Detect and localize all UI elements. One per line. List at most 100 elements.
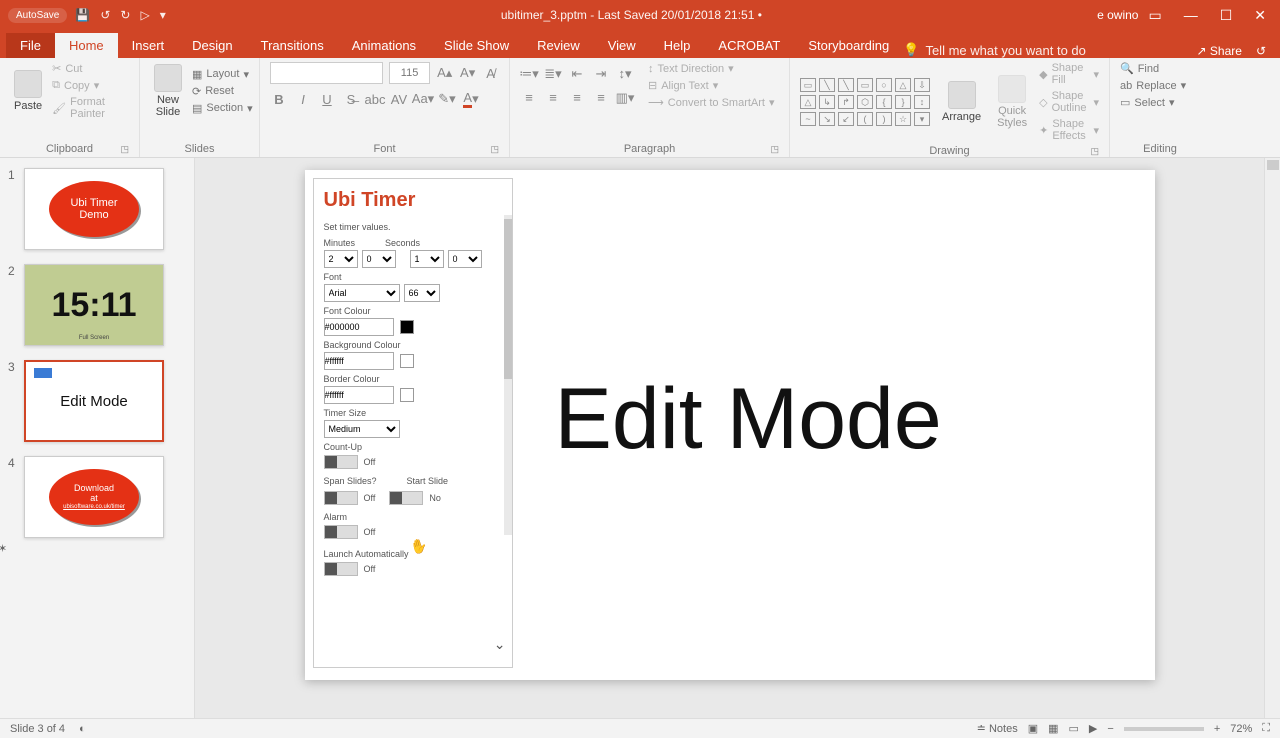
ribbon-options-icon[interactable]: ▭ [1148,7,1161,24]
tab-review[interactable]: Review [523,33,594,58]
pane-scroll-down-icon[interactable]: ⌄ [494,636,506,653]
columns-icon[interactable]: ▥▾ [616,89,634,107]
user-name[interactable]: e owino [1097,8,1148,22]
border-colour-input[interactable] [324,386,394,404]
numbering-icon[interactable]: ≣▾ [544,65,562,83]
border-colour-swatch[interactable] [400,388,414,402]
bg-colour-input[interactable] [324,352,394,370]
tab-transitions[interactable]: Transitions [247,33,338,58]
timer-size-select[interactable]: Medium [324,420,400,438]
increase-font-icon[interactable]: A▴ [436,64,453,82]
highlight-icon[interactable]: ✎▾ [438,90,456,108]
bullets-icon[interactable]: ≔▾ [520,65,538,83]
vscroll-thumb[interactable] [1267,160,1279,170]
tab-design[interactable]: Design [178,33,246,58]
autosave-toggle[interactable]: AutoSave [8,8,67,23]
arrange-button[interactable]: Arrange [938,79,985,125]
copy-button[interactable]: ⧉ Copy ▾ [52,79,129,92]
font-size-combo[interactable]: 115 [389,62,430,84]
maximize-icon[interactable]: ☐ [1220,7,1233,24]
thumb-row-3[interactable]: 3 Edit Mode [8,360,186,442]
thumb-slide-1[interactable]: Ubi Timer Demo [24,168,164,250]
strikethrough-icon[interactable]: S̶ [342,90,360,108]
slideshow-view-icon[interactable]: ▶ [1089,722,1097,735]
font-launcher-icon[interactable]: ◳ [490,144,499,155]
font-color-icon[interactable]: A▾ [462,90,480,108]
fit-to-window-icon[interactable]: ⛶ [1262,722,1270,735]
align-center-icon[interactable]: ≡ [544,89,562,107]
italic-icon[interactable]: I [294,90,312,108]
zoom-slider[interactable] [1124,727,1204,731]
format-painter-button[interactable]: 🖌 Format Painter [52,96,129,120]
increase-indent-icon[interactable]: ⇥ [592,65,610,83]
tell-me-search[interactable]: 💡 Tell me what you want to do [903,42,1086,58]
thumb-row-1[interactable]: 1 Ubi Timer Demo [8,168,186,250]
clipboard-launcher-icon[interactable]: ◳ [120,144,129,155]
save-icon[interactable]: 💾 [75,8,90,22]
font-name-combo[interactable] [270,62,383,84]
smartart-button[interactable]: ⟶ Convert to SmartArt ▾ [648,96,775,109]
tab-file[interactable]: File [6,33,55,58]
shadow-icon[interactable]: abc [366,90,384,108]
pane-scroll-thumb[interactable] [504,219,512,379]
decrease-indent-icon[interactable]: ⇤ [568,65,586,83]
launch-auto-toggle[interactable]: Off [324,562,504,576]
font-name-select[interactable]: Arial [324,284,400,302]
change-case-icon[interactable]: Aa▾ [414,90,432,108]
thumb-row-4[interactable]: 4 ✶ Download at ubisoftware.co.uk/timer [8,456,186,538]
new-slide-button[interactable]: New Slide [150,62,186,120]
tab-slideshow[interactable]: Slide Show [430,33,523,58]
shape-fill-button[interactable]: ◆ Shape Fill ▾ [1039,62,1099,86]
reading-view-icon[interactable]: ▭ [1069,722,1079,735]
slide[interactable]: ◂ Ubi Timer Set timer values. Minutes Se… [305,170,1155,680]
tab-storyboarding[interactable]: Storyboarding [794,33,903,58]
bold-icon[interactable]: B [270,90,288,108]
pane-scrollbar[interactable] [504,215,512,535]
tab-view[interactable]: View [594,33,650,58]
tab-acrobat[interactable]: ACROBAT [704,33,794,58]
select-button[interactable]: ▭ Select ▾ [1120,96,1200,109]
alarm-toggle[interactable]: Off [324,525,504,539]
zoom-level[interactable]: 72% [1230,723,1252,735]
notes-button[interactable]: ≐ Notes [977,722,1018,735]
clear-formatting-icon[interactable]: A̸ [482,64,499,82]
align-text-button[interactable]: ⊟ Align Text ▾ [648,79,775,92]
drawing-launcher-icon[interactable]: ◳ [1090,146,1099,157]
slide-main-text[interactable]: Edit Mode [555,370,942,469]
share-button[interactable]: ↗ Share [1197,44,1242,58]
shape-effects-button[interactable]: ✦ Shape Effects ▾ [1039,118,1099,142]
tab-insert[interactable]: Insert [118,33,179,58]
history-icon[interactable]: ↺ [1256,44,1266,58]
redo-icon[interactable]: ↻ [120,8,130,22]
font-size-select[interactable]: 66 [404,284,440,302]
min-tens-select[interactable]: 2 [324,250,358,268]
section-button[interactable]: ▤ Section ▾ [192,102,253,115]
layout-button[interactable]: ▦ Layout ▾ [192,68,253,81]
start-from-beginning-icon[interactable]: ▷ [140,8,149,22]
paragraph-launcher-icon[interactable]: ◳ [770,144,779,155]
undo-icon[interactable]: ↺ [100,8,110,22]
close-icon[interactable]: ✕ [1254,7,1266,24]
span-slides-toggle[interactable]: Off [324,491,376,505]
shapes-gallery[interactable]: ▭╲╲▭○△⇩ △↳↱⬡{}↕ ~↘↙()☆▾ [800,78,930,126]
sec-tens-select[interactable]: 1 [410,250,444,268]
accessibility-icon[interactable]: ◐ [79,723,86,735]
tab-animations[interactable]: Animations [338,33,430,58]
tab-help[interactable]: Help [650,33,705,58]
underline-icon[interactable]: U [318,90,336,108]
font-colour-swatch[interactable] [400,320,414,334]
thumb-slide-3[interactable]: Edit Mode [24,360,164,442]
text-direction-button[interactable]: ↕ Text Direction ▾ [648,62,775,75]
align-left-icon[interactable]: ≡ [520,89,538,107]
decrease-font-icon[interactable]: A▾ [459,64,476,82]
quick-styles-button[interactable]: Quick Styles [993,73,1031,131]
sorter-view-icon[interactable]: ▦ [1048,722,1058,735]
slide-canvas[interactable]: ◂ Ubi Timer Set timer values. Minutes Se… [195,158,1264,718]
paste-button[interactable]: Paste [10,68,46,114]
align-right-icon[interactable]: ≡ [568,89,586,107]
thumb-slide-4[interactable]: Download at ubisoftware.co.uk/timer [24,456,164,538]
bg-colour-swatch[interactable] [400,354,414,368]
zoom-in-icon[interactable]: + [1214,723,1220,735]
reset-button[interactable]: ⟳ Reset [192,85,253,98]
line-spacing-icon[interactable]: ↕▾ [616,65,634,83]
